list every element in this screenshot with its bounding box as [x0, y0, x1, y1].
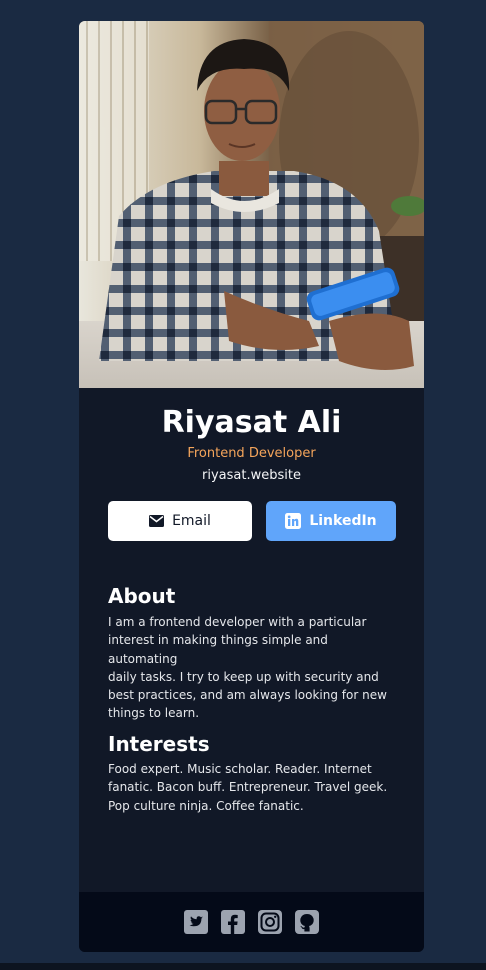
- interests-line: Food expert. Music scholar. Reader. Inte…: [108, 762, 372, 776]
- about-line: daily tasks. I try to keep up with secur…: [108, 669, 379, 684]
- email-button[interactable]: Email: [108, 501, 252, 541]
- about-text: I am a frontend developer with a particu…: [108, 613, 400, 723]
- twitter-icon[interactable]: [184, 910, 209, 935]
- linkedin-button[interactable]: LinkedIn: [266, 501, 396, 541]
- about-line: best practices, and am always looking fo…: [108, 688, 387, 703]
- about-line: things to learn.: [108, 706, 200, 721]
- instagram-icon[interactable]: [258, 910, 283, 935]
- profile-name: Riyasat Ali: [161, 405, 342, 440]
- about-line: I am a frontend developer with a particu…: [108, 615, 367, 629]
- interests-line: fanatic. Bacon buff. Entrepreneur. Trave…: [108, 780, 388, 795]
- linkedin-button-label: LinkedIn: [309, 513, 377, 529]
- interests-text: Food expert. Music scholar. Reader. Inte…: [108, 760, 400, 815]
- interests-heading: Interests: [108, 732, 210, 756]
- profile-photo: [79, 21, 424, 388]
- social-footer: [79, 892, 424, 952]
- about-heading: About: [108, 584, 176, 608]
- envelope-icon: [149, 515, 165, 527]
- interests-line: Pop culture ninja. Coffee fanatic.: [108, 798, 304, 813]
- profile-title: Frontend Developer: [187, 446, 316, 461]
- browser-bottom-bar: [0, 963, 486, 970]
- profile-card: Riyasat Ali Frontend Developer riyasat.w…: [79, 21, 424, 952]
- email-button-label: Email: [172, 513, 211, 529]
- linkedin-icon: [285, 513, 302, 529]
- profile-website[interactable]: riyasat.website: [79, 467, 424, 485]
- profile-photo-image: [79, 21, 424, 388]
- about-line: interest in making things simple and aut…: [108, 633, 328, 666]
- facebook-icon[interactable]: [221, 910, 246, 935]
- github-icon[interactable]: [295, 910, 320, 935]
